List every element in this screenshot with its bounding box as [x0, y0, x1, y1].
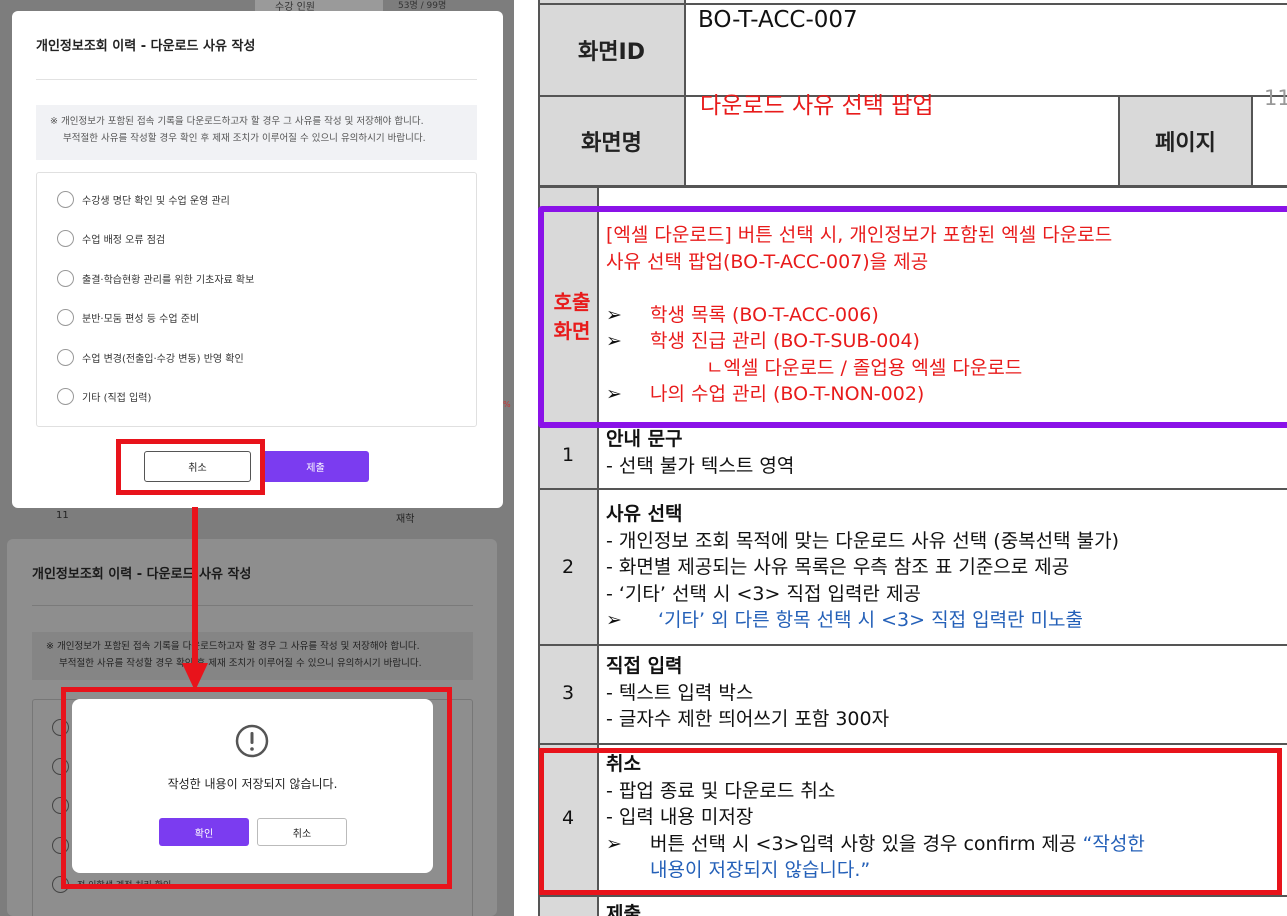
reason-option[interactable]: 출결·학습현황 관리를 위한 기초자료 확보 — [57, 270, 254, 287]
header-label-column — [538, 0, 685, 187]
title-divider — [32, 605, 473, 606]
row-line: - 글자수 제한 띄어쓰기 포함 300자 — [606, 708, 890, 730]
radio-button[interactable] — [57, 309, 74, 326]
row-bullet: ➢ ‘기타’ 외 다른 항목 선택 시 <3> 직접 입력란 미노출 — [606, 607, 1119, 634]
table-line — [538, 3, 1287, 5]
reason-option[interactable]: 분반·모둠 편성 등 수업 준비 — [57, 309, 199, 326]
background-enrollment-value: 53명 / 99명 — [398, 1, 447, 11]
row-line: - 화면별 제공되는 사유 목록은 우측 참조 표 기준으로 제공 — [606, 556, 1070, 578]
reason-option-label: 수강생 명단 확인 및 수업 운영 관리 — [82, 196, 230, 207]
caller-label-line: 화면 — [553, 319, 591, 343]
caller-spacer — [606, 275, 1112, 302]
submit-button[interactable]: 제출 — [262, 451, 369, 482]
reason-option-list: 수강생 명단 확인 및 수업 운영 관리 수업 배정 오류 점검 출결·학습현황… — [36, 172, 477, 427]
reason-option-label: 수업 변경(전출입·수강 변동) 반영 확인 — [82, 354, 244, 365]
row-line: - 텍스트 입력 박스 — [606, 681, 754, 704]
cancel-highlight-box — [116, 439, 265, 495]
bullet-icon: ➢ — [606, 609, 622, 631]
table-line — [538, 185, 1287, 188]
caller-label: 호출 화면 — [544, 288, 600, 346]
reason-option-label: 기타 (직접 입력) — [82, 393, 152, 404]
reason-option[interactable]: 수업 배정 오류 점검 — [57, 230, 165, 247]
radio-button[interactable] — [57, 230, 74, 247]
row-line: - 선택 불가 텍스트 영역 — [606, 454, 795, 477]
reason-option[interactable]: 수업 변경(전출입·수강 변동) 반영 확인 — [57, 349, 244, 366]
popup-title: 개인정보조회 이력 - 다운로드 사유 작성 — [36, 39, 256, 54]
row-line: - 개인정보 조회 목적에 맞는 다운로드 사유 선택 (중복선택 불가) — [606, 529, 1120, 552]
confirm-highlight-box — [61, 687, 452, 889]
table-line — [538, 644, 1287, 646]
cancel-row-highlight-box — [539, 748, 1282, 895]
caller-line: [엑셀 다운로드] 버튼 선택 시, 개인정보가 포함된 엑셀 다운로드 — [606, 224, 1113, 246]
notice-line-2: 부적절한 사유를 작성할 경우 확인 후 제재 조치가 이루어질 수 있으니 유… — [63, 133, 426, 144]
row-title: 제출 — [606, 903, 641, 916]
notice-box: ※ 개인정보가 포함된 접속 기록을 다운로드하고자 할 경우 그 사유를 작성… — [32, 632, 473, 680]
annotation-arrow-shaft — [192, 507, 198, 667]
background-row-value: 재학 — [396, 514, 415, 525]
caller-line: 사유 선택 팝업(BO-T-ACC-007)을 제공 — [606, 250, 929, 273]
screen-name-label: 화면명 — [581, 131, 642, 156]
reason-option[interactable]: 수강생 명단 확인 및 수업 운영 관리 — [57, 191, 230, 208]
radio-button[interactable] — [57, 349, 74, 366]
spec-table: 화면ID BO-T-ACC-007 화면명 다운로드 사유 선택 팝업 페이지 … — [514, 0, 1287, 916]
background-row-number: 11 — [56, 510, 69, 521]
popup-title: 개인정보조회 이력 - 다운로드 사유 작성 — [32, 567, 252, 582]
reason-option-label: 분반·모둠 편성 등 수업 준비 — [82, 314, 200, 325]
caller-description: [엑셀 다운로드] 버튼 선택 시, 개인정보가 포함된 엑셀 다운로드 사유 … — [606, 222, 1112, 408]
row-title: 사유 선택 — [606, 503, 683, 525]
radio-button[interactable] — [57, 388, 74, 405]
page-label: 페이지 — [1155, 131, 1216, 156]
table-line — [538, 488, 1287, 490]
caller-item: ➢ 학생 목록 (BO-T-ACC-006) — [606, 302, 1112, 329]
screen-name-value: 다운로드 사유 선택 팝업 — [700, 93, 934, 119]
title-divider — [36, 79, 477, 80]
screen-id-label: 화면ID — [578, 40, 645, 65]
caller-item-text: 나의 수업 관리 (BO-T-NON-002) — [650, 383, 925, 405]
caller-label-line: 호출 — [553, 290, 591, 314]
bullet-icon: ➢ — [606, 303, 622, 326]
radio-button[interactable] — [57, 191, 74, 208]
caller-item-text: 학생 진급 관리 (BO-T-SUB-004) — [650, 330, 920, 352]
row-bullet-text: ‘기타’ 외 다른 항목 선택 시 <3> 직접 입력란 미노출 — [658, 609, 1084, 631]
page-value: 11 — [1264, 86, 1287, 110]
popup-mockup-pane: 수강 인원 53명 / 99명 11 재학 % 개인정보조회 이력 - 다운로드… — [0, 0, 514, 916]
row-description: 직접 입력 - 텍스트 입력 박스 - 글자수 제한 띄어쓰기 포함 300자 — [606, 653, 889, 733]
caller-item: ➢ 학생 진급 관리 (BO-T-SUB-004) — [606, 328, 1112, 355]
row-description: 안내 문구 - 선택 불가 텍스트 영역 — [606, 426, 794, 479]
background-percent-fragment: % — [503, 400, 511, 409]
table-line — [684, 0, 686, 187]
notice-box: ※ 개인정보가 포함된 접속 기록을 다운로드하고자 할 경우 그 사유를 작성… — [36, 105, 477, 160]
row-number: 2 — [561, 556, 575, 578]
row-title: 안내 문구 — [606, 428, 683, 450]
caller-item-text: 학생 목록 (BO-T-ACC-006) — [650, 303, 879, 326]
row-line: - ‘기타’ 선택 시 <3> 직접 입력란 제공 — [606, 582, 921, 605]
reason-option-other[interactable]: 기타 (직접 입력) — [57, 388, 151, 405]
download-reason-popup: 개인정보조회 이력 - 다운로드 사유 작성 ※ 개인정보가 포함된 접속 기록… — [12, 11, 503, 508]
row-title: 직접 입력 — [606, 655, 683, 677]
reason-option-label: 출결·학습현황 관리를 위한 기초자료 확보 — [82, 275, 255, 286]
radio-button[interactable] — [57, 270, 74, 287]
bullet-icon: ➢ — [606, 330, 622, 352]
table-line — [538, 743, 1287, 745]
reason-option-label: 수업 배정 오류 점검 — [82, 235, 166, 246]
row-number: 1 — [561, 444, 575, 466]
notice-line-2: 부적절한 사유를 작성할 경우 확인 후 제재 조치가 이루어질 수 있으니 유… — [59, 658, 422, 669]
notice-line-1: ※ 개인정보가 포함된 접속 기록을 다운로드하고자 할 경우 그 사유를 작성… — [50, 116, 424, 127]
table-line — [538, 895, 1287, 897]
screenshot-stage: 수강 인원 53명 / 99명 11 재학 % 개인정보조회 이력 - 다운로드… — [0, 0, 1287, 916]
caller-item-sub: ㄴ엑셀 다운로드 / 졸업용 엑셀 다운로드 — [706, 356, 1023, 379]
screen-id-value: BO-T-ACC-007 — [698, 7, 858, 33]
caller-item: ➢ 나의 수업 관리 (BO-T-NON-002) — [606, 381, 1112, 408]
notice-line-1: ※ 개인정보가 포함된 접속 기록을 다운로드하고자 할 경우 그 사유를 작성… — [46, 641, 420, 652]
row-number: 3 — [561, 682, 575, 704]
row-description: 사유 선택 - 개인정보 조회 목적에 맞는 다운로드 사유 선택 (중복선택 … — [606, 501, 1119, 634]
bullet-icon: ➢ — [606, 383, 622, 405]
